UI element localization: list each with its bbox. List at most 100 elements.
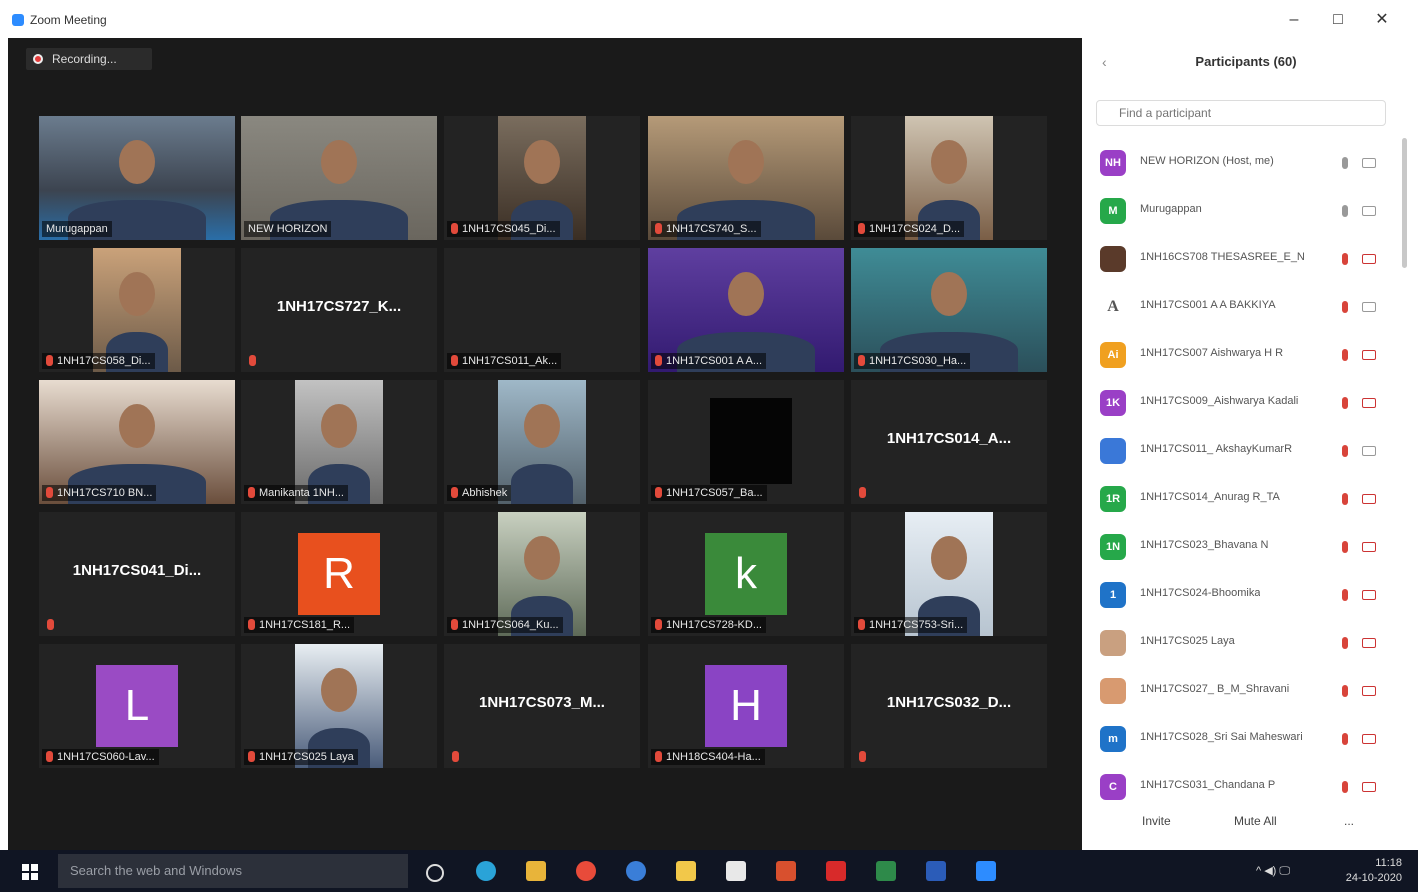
mic-muted-icon[interactable] <box>1342 589 1348 601</box>
person-head <box>119 404 155 448</box>
participant-row[interactable]: NH NEW HORIZON (Host, me) <box>1082 140 1402 186</box>
video-tile[interactable]: Murugappan <box>39 116 235 240</box>
participant-name-text: 1NH17CS181_R... <box>259 619 351 631</box>
video-tile[interactable]: 1NH17CS073_M... <box>444 644 640 768</box>
more-options-button[interactable]: ... <box>1344 814 1354 828</box>
mic-muted-icon[interactable] <box>1342 685 1348 697</box>
video-tile[interactable]: 1NH17CS727_K... <box>241 248 437 372</box>
internet-explorer-icon[interactable] <box>626 861 646 881</box>
muted-mic-icon <box>451 355 458 366</box>
participant-avatar: A <box>1100 294 1126 320</box>
tray-icons[interactable]: ^ ◀) 🖵 <box>1256 864 1290 878</box>
participant-row[interactable]: m 1NH17CS028_Sri Sai Maheswari <box>1082 716 1402 762</box>
video-tile[interactable]: L 1NH17CS060-Lav... <box>39 644 235 768</box>
participant-row[interactable]: Ai 1NH17CS007 Aishwarya H R <box>1082 332 1402 378</box>
video-tile[interactable]: 1NH17CS025 Laya <box>241 644 437 768</box>
video-tile[interactable]: 1NH17CS710 BN... <box>39 380 235 504</box>
zoom-taskbar-icon[interactable] <box>976 861 996 881</box>
video-tile[interactable]: 1NH17CS001 A A... <box>648 248 844 372</box>
video-tile[interactable]: R 1NH17CS181_R... <box>241 512 437 636</box>
mic-on-icon[interactable] <box>1342 205 1348 217</box>
mute-all-button[interactable]: Mute All <box>1234 814 1277 828</box>
store-icon[interactable] <box>726 861 746 881</box>
participant-row[interactable]: 1K 1NH17CS009_Aishwarya Kadali <box>1082 380 1402 426</box>
participant-row[interactable]: A 1NH17CS001 A A BAKKIYA <box>1082 284 1402 330</box>
mic-muted-icon[interactable] <box>1342 397 1348 409</box>
participant-name-label: Abhishek <box>447 485 512 501</box>
participant-name-label: 1NH17CS740_S... <box>651 221 761 237</box>
video-tile[interactable]: 1NH17CS064_Ku... <box>444 512 640 636</box>
participant-row[interactable]: 1NH17CS027_ B_M_Shravani <box>1082 668 1402 714</box>
mic-muted-icon[interactable] <box>1342 445 1348 457</box>
participant-search-input[interactable] <box>1096 100 1386 126</box>
excel-icon[interactable] <box>876 861 896 881</box>
invite-button[interactable]: Invite <box>1142 814 1171 828</box>
scrollbar[interactable] <box>1402 138 1407 268</box>
mic-muted-icon[interactable] <box>1342 781 1348 793</box>
participant-row[interactable]: M Murugappan <box>1082 188 1402 234</box>
video-tile[interactable]: k 1NH17CS728-KD... <box>648 512 844 636</box>
mic-muted-icon[interactable] <box>1342 253 1348 265</box>
video-tile[interactable]: 1NH17CS045_Di... <box>444 116 640 240</box>
participant-name: Murugappan <box>1140 203 1202 215</box>
video-tile[interactable]: 1NH17CS740_S... <box>648 116 844 240</box>
video-tile[interactable]: 1NH17CS014_A... <box>851 380 1047 504</box>
clock[interactable]: 11:18 24-10-2020 <box>1346 856 1402 886</box>
participant-row[interactable]: 1 1NH17CS024-Bhoomika <box>1082 572 1402 618</box>
minimize-button[interactable]: – <box>1276 8 1312 32</box>
video-tile[interactable]: NEW HORIZON <box>241 116 437 240</box>
participant-row[interactable]: C 1NH17CS031_Chandana P <box>1082 764 1402 810</box>
video-tile[interactable]: 1NH17CS024_D... <box>851 116 1047 240</box>
mic-muted-icon[interactable] <box>1342 637 1348 649</box>
task-view-icon[interactable] <box>426 864 444 882</box>
video-tile[interactable]: H 1NH18CS404-Ha... <box>648 644 844 768</box>
video-tile[interactable]: 1NH17CS041_Di... <box>39 512 235 636</box>
participant-row[interactable]: 1NH17CS011_ AkshayKumarR <box>1082 428 1402 474</box>
muted-mic-icon <box>655 355 662 366</box>
video-tile[interactable]: 1NH17CS030_Ha... <box>851 248 1047 372</box>
participant-name: 1NH17CS025 Laya <box>1140 635 1235 647</box>
mic-muted-icon[interactable] <box>1342 493 1348 505</box>
muted-mic-icon <box>47 619 54 630</box>
participant-row[interactable]: 1R 1NH17CS014_Anurag R_TA <box>1082 476 1402 522</box>
mic-muted-icon[interactable] <box>1342 349 1348 361</box>
participant-name-label: NEW HORIZON <box>244 221 332 237</box>
participant-row[interactable]: 1N 1NH17CS023_Bhavana N <box>1082 524 1402 570</box>
video-tile[interactable]: Manikanta 1NH... <box>241 380 437 504</box>
mic-muted-icon[interactable] <box>1342 733 1348 745</box>
participant-name: 1NH17CS001 A A BAKKIYA <box>1140 299 1276 311</box>
edge-browser-icon[interactable] <box>476 861 496 881</box>
mic-on-icon[interactable] <box>1342 157 1348 169</box>
video-tile[interactable]: 1NH17CS011_Ak... <box>444 248 640 372</box>
video-tile[interactable]: 1NH17CS753-Sri... <box>851 512 1047 636</box>
maximize-button[interactable]: □ <box>1320 8 1356 32</box>
taskbar-search-box[interactable]: Search the web and Windows <box>58 854 408 888</box>
video-tile[interactable]: 1NH17CS058_Di... <box>39 248 235 372</box>
pdf-reader-icon[interactable] <box>826 861 846 881</box>
participant-row[interactable]: 1NH16CS708 THESASREE_E_N <box>1082 236 1402 282</box>
windows-start-icon[interactable] <box>22 864 38 880</box>
file-explorer-icon[interactable] <box>526 861 546 881</box>
participant-avatar <box>1100 678 1126 704</box>
participant-name: 1NH17CS007 Aishwarya H R <box>1140 347 1284 359</box>
participant-name-text: 1NH17CS728-KD... <box>666 619 762 631</box>
close-button[interactable]: ✕ <box>1364 8 1400 32</box>
muted-mic-icon <box>451 619 458 630</box>
chrome-icon[interactable] <box>576 861 596 881</box>
video-tile[interactable]: Abhishek <box>444 380 640 504</box>
video-tile[interactable]: 1NH17CS057_Ba... <box>648 380 844 504</box>
participant-name-text: 1NH17CS740_S... <box>666 223 757 235</box>
mic-muted-icon[interactable] <box>1342 541 1348 553</box>
recording-indicator[interactable]: Recording... <box>26 48 152 70</box>
mic-muted-icon[interactable] <box>1342 301 1348 313</box>
avatar-letter: L <box>96 665 178 747</box>
video-tile[interactable]: 1NH17CS032_D... <box>851 644 1047 768</box>
participant-row[interactable]: 1NH17CS025 Laya <box>1082 620 1402 666</box>
participant-name-text: 1NH17CS060-Lav... <box>57 751 155 763</box>
powerpoint-icon[interactable] <box>776 861 796 881</box>
word-icon[interactable] <box>926 861 946 881</box>
folder-icon[interactable] <box>676 861 696 881</box>
participant-name: 1NH17CS031_Chandana P <box>1140 779 1276 791</box>
participant-name-text: 1NH17CS058_Di... <box>57 355 151 367</box>
video-gallery: Recording... Murugappan NEW HORIZON 1NH17C… <box>8 38 1082 850</box>
